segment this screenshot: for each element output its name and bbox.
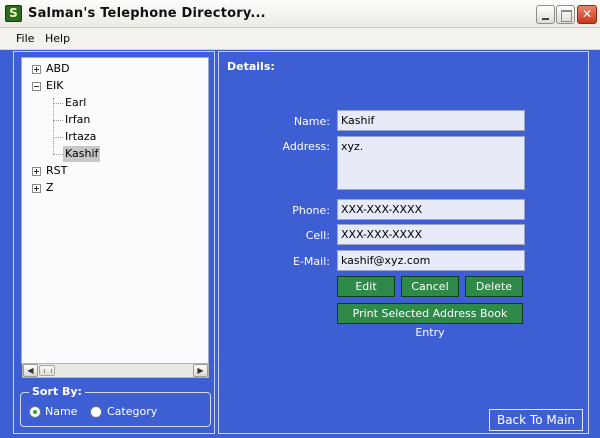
- sort-by-group: Sort By: Name Category: [20, 385, 211, 427]
- details-panel: Details: Name: Address: xyz. Phone: Cell…: [218, 51, 589, 434]
- scroll-left-button[interactable]: ◀: [23, 364, 38, 377]
- back-to-main-button[interactable]: Back To Main: [489, 409, 583, 431]
- email-field[interactable]: [337, 250, 525, 271]
- expand-z-icon[interactable]: [32, 184, 41, 193]
- tree-group-eik[interactable]: EIK: [46, 78, 63, 94]
- address-field[interactable]: xyz.: [337, 136, 525, 190]
- address-label: Address:: [282, 140, 330, 153]
- tree-group-z[interactable]: Z: [46, 180, 54, 196]
- expand-rst-icon[interactable]: [32, 167, 41, 176]
- sort-name-label[interactable]: Name: [45, 405, 77, 418]
- delete-button[interactable]: Delete: [465, 276, 523, 297]
- tree-connector: [53, 120, 63, 121]
- edit-button[interactable]: Edit: [337, 276, 395, 297]
- sort-by-legend: Sort By:: [29, 385, 85, 398]
- tree-item-earl[interactable]: Earl: [65, 95, 86, 111]
- menu-bar: File Help: [0, 28, 600, 50]
- expand-abd-icon[interactable]: [32, 65, 41, 74]
- minimize-button[interactable]: [536, 5, 555, 24]
- name-label: Name:: [293, 115, 330, 128]
- details-title: Details:: [227, 60, 275, 73]
- tree-group-rst[interactable]: RST: [46, 163, 67, 179]
- tree-item-kashif[interactable]: Kashif: [63, 146, 101, 162]
- print-entry-button[interactable]: Print Selected Address Book Entry: [337, 303, 523, 339]
- menu-file[interactable]: File: [16, 32, 34, 45]
- cancel-button[interactable]: Cancel: [401, 276, 459, 297]
- scroll-thumb[interactable]: [39, 365, 55, 376]
- phone-field[interactable]: [337, 199, 525, 220]
- sort-category-radio[interactable]: [90, 406, 102, 418]
- tree-item-irtaza[interactable]: Irtaza: [65, 129, 96, 145]
- cell-field[interactable]: [337, 224, 525, 245]
- sort-category-label[interactable]: Category: [107, 405, 157, 418]
- name-field[interactable]: [337, 110, 525, 131]
- cell-label: Cell:: [305, 229, 330, 242]
- close-button[interactable]: ✕: [577, 5, 597, 24]
- tree-connector: [53, 137, 63, 138]
- collapse-eik-icon[interactable]: [32, 82, 41, 91]
- title-bar[interactable]: S Salman's Telephone Directory... ✕: [0, 0, 600, 28]
- left-panel: ABD EIK Earl Irfan Irtaza Kashif RST Z ◀…: [13, 51, 215, 434]
- directory-tree[interactable]: ABD EIK Earl Irfan Irtaza Kashif RST Z: [21, 57, 209, 364]
- tree-connector: [53, 154, 63, 155]
- app-logo-icon: S: [5, 5, 22, 22]
- window-title: Salman's Telephone Directory...: [28, 6, 266, 21]
- sort-name-radio[interactable]: [29, 406, 41, 418]
- menu-help[interactable]: Help: [45, 32, 70, 45]
- tree-connector: [53, 103, 63, 104]
- tree-item-irfan[interactable]: Irfan: [65, 112, 90, 128]
- maximize-button[interactable]: [556, 5, 575, 24]
- close-icon: ✕: [581, 7, 593, 21]
- phone-label: Phone:: [292, 204, 330, 217]
- tree-connector: [53, 98, 54, 154]
- tree-group-abd[interactable]: ABD: [46, 61, 70, 77]
- scroll-right-button[interactable]: ▶: [193, 364, 208, 377]
- horizontal-scrollbar[interactable]: ◀ ▶: [22, 363, 209, 378]
- email-label: E-Mail:: [293, 255, 330, 268]
